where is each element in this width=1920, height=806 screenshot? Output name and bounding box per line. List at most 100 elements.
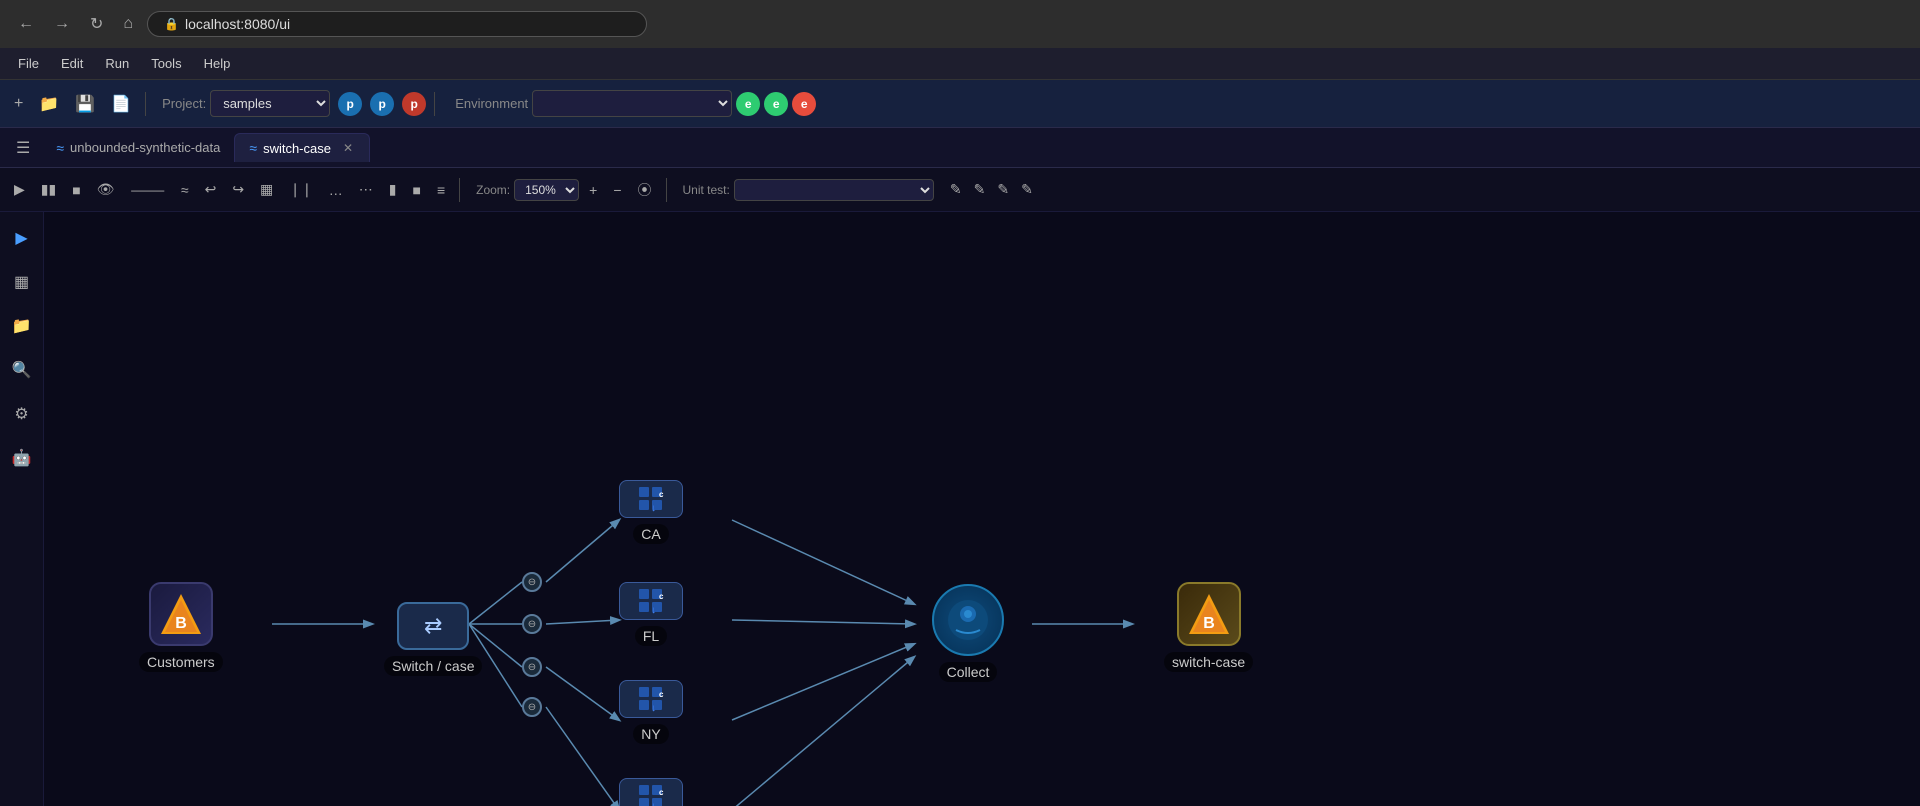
zoom-out-button[interactable]: − [607,178,627,202]
e-icon-3[interactable]: e [792,92,816,116]
tab-label-unbounded: unbounded-synthetic-data [70,140,220,155]
output-icon: B [1177,582,1241,646]
more-btn-2[interactable]: ⋯ [353,177,379,202]
e-icon-1[interactable]: e [736,92,760,116]
tab-bar: ☰ ≈ unbounded-synthetic-data ≈ switch-ca… [0,128,1920,168]
refresh-button[interactable]: ↻ [84,10,109,38]
stream-button[interactable]: ≈ [175,178,195,202]
menu-help[interactable]: Help [194,52,241,75]
collect-label: Collect [939,662,998,682]
play-button[interactable]: ▶ [8,177,31,202]
edit-pencil-2[interactable]: ✎ [970,177,990,202]
e-icon-2[interactable]: e [764,92,788,116]
open-button[interactable]: 📁 [33,90,65,118]
p-icon-1[interactable]: p [338,92,362,116]
node-collect[interactable]: Collect [932,584,1004,682]
tab-switch-case[interactable]: ≈ switch-case ✕ [234,133,370,162]
switch-icon: ⇄ [424,613,442,639]
edit-icons: ✎ ✎ ✎ ✎ [946,177,1037,202]
layout-btn[interactable]: ■ [406,178,426,202]
node-ny[interactable]: c ↓ NY [619,680,683,744]
menu-edit[interactable]: Edit [51,52,93,75]
forward-button[interactable]: → [48,11,76,37]
tab-unbounded[interactable]: ≈ unbounded-synthetic-data [42,134,234,162]
edit-pencil-1[interactable]: ✎ [946,177,966,202]
p-icon-2[interactable]: p [370,92,394,116]
sidebar-plugin-btn[interactable]: 🤖 [4,440,40,476]
canvas-sep-2 [666,178,667,202]
switch-output-default: ⊖ [522,697,542,717]
more-btn-1[interactable]: … [323,178,349,202]
zoom-in-button[interactable]: + [583,178,603,202]
align-button[interactable]: ❘❘ [283,177,318,202]
env-label: Environment [455,96,528,111]
more-btn-3[interactable]: ▮ [383,177,403,202]
node-default[interactable]: c ↓ Default [619,778,683,806]
edit-pencil-4[interactable]: ✎ [1017,177,1037,202]
project-select[interactable]: samples [210,90,330,117]
sidebar-settings-btn[interactable]: ⚙ [6,396,36,432]
grid-button[interactable]: ▦ [254,177,279,202]
output-label: switch-case [1164,652,1253,672]
switch-label: Switch / case [384,656,482,676]
zoom-fit-button[interactable]: ⦿ [632,176,658,204]
save-as-button[interactable]: 📄 [105,90,137,118]
collect-icon [932,584,1004,656]
tab-icon-switch: ≈ [249,140,257,156]
url-text: localhost:8080/ui [185,16,290,32]
filter-button[interactable]: ⸻ [124,176,170,204]
edit-pencil-3[interactable]: ✎ [993,177,1013,202]
default-filter-body: c ↓ [619,778,683,806]
menu-tools[interactable]: Tools [141,52,191,75]
node-output[interactable]: B switch-case [1164,582,1253,672]
menu-file[interactable]: File [8,52,49,75]
new-button[interactable]: + [8,91,29,117]
ny-label: NY [633,724,668,744]
tab-icon-unbounded: ≈ [56,140,64,156]
ca-filter-body: c ↓ [619,480,683,518]
save-button[interactable]: 💾 [69,90,101,118]
svg-text:↓: ↓ [651,605,656,615]
switch-output-fl: ⊖ [522,614,542,634]
node-customers[interactable]: B Customers [139,582,223,672]
p-icon-3[interactable]: p [402,92,426,116]
menu-run[interactable]: Run [95,52,139,75]
fl-label: FL [635,626,667,646]
svg-text:c: c [659,788,664,797]
unit-test-select[interactable] [734,179,934,201]
eye-button[interactable]: 👁 [91,177,121,202]
ca-label: CA [633,524,668,544]
zoom-select[interactable]: 150% 100% 75% 50% [514,179,579,201]
fl-filter-icon: c ↓ [637,587,665,615]
ny-filter-icon: c ↓ [637,685,665,713]
sidebar-folder-btn[interactable]: 📁 [4,308,40,344]
svg-text:B: B [1203,615,1215,632]
home-button[interactable]: ⌂ [117,11,139,37]
svg-text:B: B [175,615,187,632]
unit-test-label: Unit test: [683,183,730,197]
main-layout: ▶ ▦ 📁 🔍 ⚙ 🤖 [0,212,1920,806]
stop-button[interactable]: ■ [66,178,86,202]
redo-button[interactable]: ↪ [226,177,250,202]
svg-text:c: c [659,592,664,601]
node-ca[interactable]: c ↓ CA [619,480,683,544]
env-select[interactable] [532,90,732,117]
node-fl[interactable]: c ↓ FL [619,582,683,646]
project-label: Project: [162,96,206,111]
default-filter-icon: c ↓ [637,783,665,806]
fl-filter-body: c ↓ [619,582,683,620]
back-button[interactable]: ← [12,11,40,37]
svg-text:c: c [659,690,664,699]
sidebar-toggle[interactable]: ☰ [8,134,38,162]
node-switch[interactable]: ⇄ Switch / case [384,602,482,676]
undo-button[interactable]: ↩ [199,177,223,202]
switch-output-ny: ⊖ [522,657,542,677]
split-btn[interactable]: ≡ [431,178,451,202]
sidebar-grid-btn[interactable]: ▦ [6,264,37,300]
sidebar-home-btn[interactable]: ▶ [7,220,35,256]
canvas-area[interactable]: B Customers ⇄ Switch / case ⊖ ⊖ ⊖ ⊖ [44,212,1920,806]
sidebar-search-btn[interactable]: 🔍 [4,352,40,388]
tab-close-switch[interactable]: ✕ [341,141,355,155]
pause-button[interactable]: ▮▮ [35,177,62,202]
address-bar[interactable]: 🔒 localhost:8080/ui [147,11,647,37]
